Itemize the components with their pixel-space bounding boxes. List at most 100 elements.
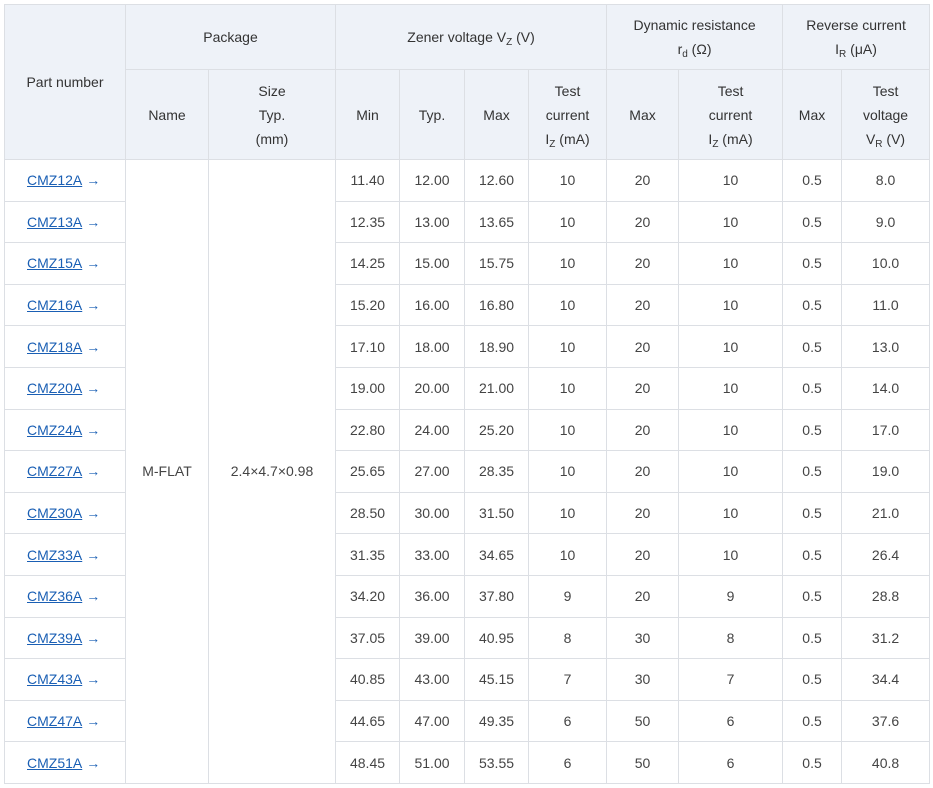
header-dynamic-max: Max — [606, 69, 680, 160]
reverse-max-value: 0.5 — [782, 283, 843, 327]
arrow-right-icon[interactable]: → — [86, 713, 100, 729]
dynamic-test-current-value: 10 — [678, 408, 784, 452]
part-number-link[interactable]: CMZ18A — [27, 339, 82, 355]
zener-min-value: 17.10 — [335, 325, 401, 368]
header-package-size: Size Typ. (mm) — [207, 69, 337, 160]
zener-min-value: 22.80 — [335, 408, 401, 452]
part-number-link[interactable]: CMZ12A — [27, 172, 82, 188]
reverse-max-value: 0.5 — [782, 159, 843, 202]
zener-min-value: 14.25 — [335, 242, 401, 285]
arrow-right-icon[interactable]: → — [86, 755, 100, 771]
dynamic-max-value: 20 — [606, 450, 680, 493]
part-number-cell: CMZ18A → — [4, 325, 126, 368]
part-number-link[interactable]: CMZ47A — [27, 713, 82, 729]
dynamic-max-value: 20 — [606, 200, 680, 244]
part-number-link[interactable]: CMZ33A — [27, 547, 82, 563]
part-number-link[interactable]: CMZ13A — [27, 214, 82, 230]
part-number-link[interactable]: CMZ36A — [27, 588, 82, 604]
zener-typ-value: 33.00 — [399, 533, 466, 576]
part-number-cell: CMZ15A → — [4, 242, 126, 285]
header-dynamic-test-current: Test current IZ (mA) — [678, 69, 784, 160]
dynamic-test-current-value: 6 — [678, 741, 784, 784]
part-number-link[interactable]: CMZ43A — [27, 671, 82, 687]
reverse-test-voltage-value: 13.0 — [841, 325, 931, 368]
part-number-link[interactable]: CMZ51A — [27, 755, 82, 771]
zener-min-value: 44.65 — [335, 699, 401, 743]
reverse-max-value: 0.5 — [782, 242, 843, 285]
arrow-right-icon[interactable]: → — [86, 505, 100, 521]
reverse-max-value: 0.5 — [782, 491, 843, 535]
zener-typ-value: 16.00 — [399, 283, 466, 327]
arrow-right-icon[interactable]: → — [86, 214, 100, 230]
part-number-cell: CMZ43A → — [4, 658, 126, 701]
zener-test-current-value: 10 — [528, 533, 608, 576]
reverse-max-value: 0.5 — [782, 574, 843, 618]
reverse-max-value: 0.5 — [782, 200, 843, 244]
header-zener-test-current: Test current IZ (mA) — [528, 69, 608, 160]
zener-test-current-value: 10 — [528, 159, 608, 202]
zener-typ-value: 30.00 — [399, 491, 466, 535]
part-number-link[interactable]: CMZ24A — [27, 422, 82, 438]
zener-typ-value: 15.00 — [399, 242, 466, 285]
header-reverse-current: Reverse current IR (μA) — [782, 4, 931, 70]
part-number-link[interactable]: CMZ30A — [27, 505, 82, 521]
header-package: Package — [124, 4, 337, 70]
part-number-link[interactable]: CMZ16A — [27, 297, 82, 313]
header-zener-typ: Typ. — [399, 69, 466, 160]
zener-max-value: 40.95 — [464, 616, 530, 660]
arrow-right-icon[interactable]: → — [86, 380, 100, 396]
arrow-right-icon[interactable]: → — [86, 422, 100, 438]
zener-max-value: 13.65 — [464, 200, 530, 244]
part-number-cell: CMZ27A → — [4, 450, 126, 493]
arrow-right-icon[interactable]: → — [86, 255, 100, 271]
reverse-max-value: 0.5 — [782, 533, 843, 576]
dynamic-max-value: 20 — [606, 408, 680, 452]
reverse-test-voltage-value: 17.0 — [841, 408, 931, 452]
table-row: CMZ12A → M-FLAT 2.4×4.7×0.98 11.40 12.00 12.60… — [4, 159, 931, 784]
reverse-test-voltage-value: 37.6 — [841, 699, 931, 743]
zener-typ-value: 13.00 — [399, 200, 466, 244]
arrow-right-icon[interactable]: → — [86, 547, 100, 563]
part-number-cell: CMZ12A → — [4, 159, 126, 202]
zener-typ-value: 43.00 — [399, 658, 466, 701]
arrow-right-icon[interactable]: → — [86, 339, 100, 355]
part-number-cell: CMZ24A → — [4, 408, 126, 452]
part-number-link[interactable]: CMZ15A — [27, 255, 82, 271]
reverse-max-value: 0.5 — [782, 325, 843, 368]
zener-min-value: 40.85 — [335, 658, 401, 701]
zener-max-value: 18.90 — [464, 325, 530, 368]
zener-max-value: 28.35 — [464, 450, 530, 493]
part-number-cell: CMZ51A → — [4, 741, 126, 784]
dynamic-max-value: 20 — [606, 242, 680, 285]
zener-test-current-value: 10 — [528, 325, 608, 368]
reverse-max-value: 0.5 — [782, 366, 843, 410]
zener-test-current-value: 10 — [528, 408, 608, 452]
arrow-right-icon[interactable]: → — [86, 172, 100, 188]
reverse-test-voltage-value: 9.0 — [841, 200, 931, 244]
dynamic-max-value: 20 — [606, 283, 680, 327]
zener-typ-value: 51.00 — [399, 741, 466, 784]
arrow-right-icon[interactable]: → — [86, 297, 100, 313]
reverse-max-value: 0.5 — [782, 616, 843, 660]
dynamic-max-value: 50 — [606, 741, 680, 784]
package-name-cell: M-FLAT — [125, 159, 209, 784]
header-part-number: Part number — [4, 4, 126, 160]
arrow-right-icon[interactable]: → — [86, 671, 100, 687]
part-number-link[interactable]: CMZ27A — [27, 463, 82, 479]
zener-test-current-value: 10 — [528, 366, 608, 410]
zener-min-value: 34.20 — [335, 574, 401, 618]
part-number-link[interactable]: CMZ20A — [27, 380, 82, 396]
zener-test-current-value: 10 — [528, 450, 608, 493]
reverse-max-value: 0.5 — [782, 658, 843, 701]
zener-test-current-value: 10 — [528, 283, 608, 327]
arrow-right-icon[interactable]: → — [86, 463, 100, 479]
zener-max-value: 37.80 — [464, 574, 530, 618]
arrow-right-icon[interactable]: → — [86, 630, 100, 646]
header-zener-min: Min — [335, 69, 401, 160]
reverse-test-voltage-value: 21.0 — [841, 491, 931, 535]
dynamic-max-value: 50 — [606, 699, 680, 743]
arrow-right-icon[interactable]: → — [86, 588, 100, 604]
zener-test-current-value: 9 — [528, 574, 608, 618]
part-number-link[interactable]: CMZ39A — [27, 630, 82, 646]
zener-diode-spec-table: Part number Package Zener voltage VZ (V)… — [4, 4, 931, 784]
